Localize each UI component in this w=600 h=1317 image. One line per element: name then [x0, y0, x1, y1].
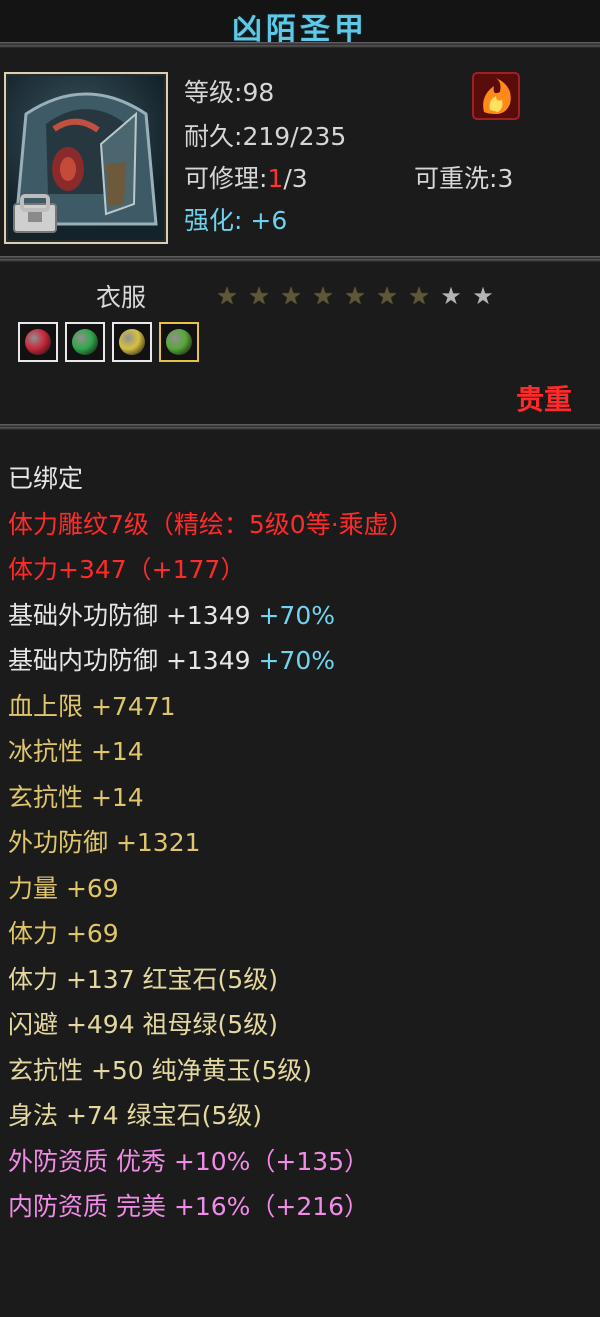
attribute-text: 闪避 +494 祖母绿(5级) — [8, 1010, 278, 1039]
attribute-line: 血上限 +7471 — [8, 684, 598, 730]
attribute-line: 体力雕纹7级（精绘：5级0等·乘虚） — [8, 502, 598, 548]
rewash-label: 可重洗 — [414, 164, 490, 193]
attribute-text: 玄抗性 +14 — [8, 782, 144, 812]
gem-socket-icon[interactable] — [18, 322, 58, 362]
level-value: :98 — [234, 78, 275, 107]
attribute-line: 基础外功防御 +1349 +70% — [8, 593, 598, 639]
attribute-line: 玄抗性 +14 — [8, 775, 598, 821]
attribute-text: 已绑定 — [8, 464, 84, 493]
attribute-text: 身法 +74 绿宝石(5级) — [8, 1101, 263, 1130]
gem-icon — [72, 329, 98, 355]
divider — [0, 256, 600, 262]
attribute-text: 力量 +69 — [8, 873, 119, 903]
divider — [0, 424, 600, 430]
attribute-line: 外防资质 优秀 +10%（+135） — [8, 1139, 598, 1185]
repair-current: 1 — [267, 164, 284, 193]
precious-tag: 贵重 — [515, 383, 572, 416]
attribute-text: 基础外功防御 +1349 — [8, 600, 259, 630]
attribute-line: 体力 +137 红宝石(5级) — [8, 957, 598, 1003]
attribute-text: 基础内功防御 +1349 — [8, 646, 259, 675]
attribute-text: 外功防御 +1321 — [8, 828, 201, 857]
star-icon: ★ — [312, 282, 334, 310]
attribute-line: 力量 +69 — [8, 866, 598, 912]
star-rating: ★ ★ ★ ★ ★ ★ ★ ★ ★ — [212, 282, 498, 310]
attribute-text: 体力 +69 — [8, 919, 119, 948]
gem-icon — [166, 329, 192, 355]
gem-socket-icon[interactable] — [65, 322, 105, 362]
attribute-text: 冰抗性 +14 — [8, 737, 144, 766]
title-bar: 凶陌圣甲 — [0, 0, 600, 47]
attribute-line: 体力 +69 — [8, 911, 598, 957]
attribute-line: 体力+347（+177） — [8, 547, 598, 593]
attribute-line: 身法 +74 绿宝石(5级) — [8, 1093, 598, 1139]
level-line: 等级:98 — [184, 78, 274, 108]
gem-socket-icon[interactable] — [159, 322, 199, 362]
level-label: 等级 — [184, 78, 235, 107]
durability-value: :219/235 — [234, 122, 347, 151]
repair-max: /3 — [283, 164, 308, 193]
attribute-text: 体力 +137 红宝石(5级) — [8, 964, 278, 994]
divider — [0, 42, 600, 48]
attribute-text: 内防资质 完美 +16%（+216） — [8, 1192, 370, 1221]
attribute-text: 体力+347（+177） — [8, 555, 246, 584]
attribute-line: 外功防御 +1321 — [8, 820, 598, 866]
rewash-value: :3 — [489, 164, 514, 193]
attribute-line: 基础内功防御 +1349 +70% — [8, 638, 598, 684]
enhance-line: 强化: +6 — [184, 206, 287, 236]
attribute-line: 内防资质 完美 +16%（+216） — [8, 1184, 598, 1230]
attribute-text: +70% — [258, 646, 335, 675]
attribute-text: +70% — [258, 600, 335, 630]
enhance-label: 强化 — [184, 206, 235, 235]
attribute-line: 闪避 +494 祖母绿(5级) — [8, 1002, 598, 1048]
rewash-line: 可重洗:3 — [414, 164, 513, 194]
star-icon: ★ — [248, 282, 270, 310]
attribute-text: 外防资质 优秀 +10%（+135） — [8, 1146, 370, 1176]
attribute-text: 体力雕纹7级（精绘：5级0等·乘虚） — [8, 509, 414, 539]
equipment-slot: 衣服 — [96, 283, 147, 312]
gem-icon — [25, 329, 51, 355]
enhance-value: +6 — [250, 206, 288, 235]
attribute-list: 已绑定体力雕纹7级（精绘：5级0等·乘虚） 体力+347（+177） 基础外功防御 … — [8, 456, 598, 1230]
gem-icon — [119, 329, 145, 355]
durability-line: 耐久:219/235 — [184, 122, 346, 152]
enhance-colon: : — [234, 206, 243, 235]
durability-label: 耐久 — [184, 122, 235, 151]
repair-label: 可修理 — [184, 164, 260, 193]
star-icon: ★ — [280, 282, 302, 310]
attribute-text: 血上限 +7471 — [8, 691, 176, 721]
gem-sockets — [18, 322, 199, 362]
attribute-line: 已绑定 — [8, 456, 598, 502]
star-icon: ★ — [472, 282, 494, 310]
star-icon: ★ — [216, 282, 238, 310]
star-icon: ★ — [440, 282, 462, 310]
attribute-line: 玄抗性 +50 纯净黄玉(5级) — [8, 1048, 598, 1094]
repair-line: 可修理:1/3 — [184, 164, 308, 194]
attribute-text: 玄抗性 +50 纯净黄玉(5级) — [8, 1055, 313, 1085]
star-icon: ★ — [344, 282, 366, 310]
attribute-line: 冰抗性 +14 — [8, 729, 598, 775]
lock-icon — [13, 194, 57, 233]
gem-socket-icon[interactable] — [112, 322, 152, 362]
star-icon: ★ — [376, 282, 398, 310]
star-icon: ★ — [408, 282, 430, 310]
fire-emblem-icon — [472, 72, 520, 120]
